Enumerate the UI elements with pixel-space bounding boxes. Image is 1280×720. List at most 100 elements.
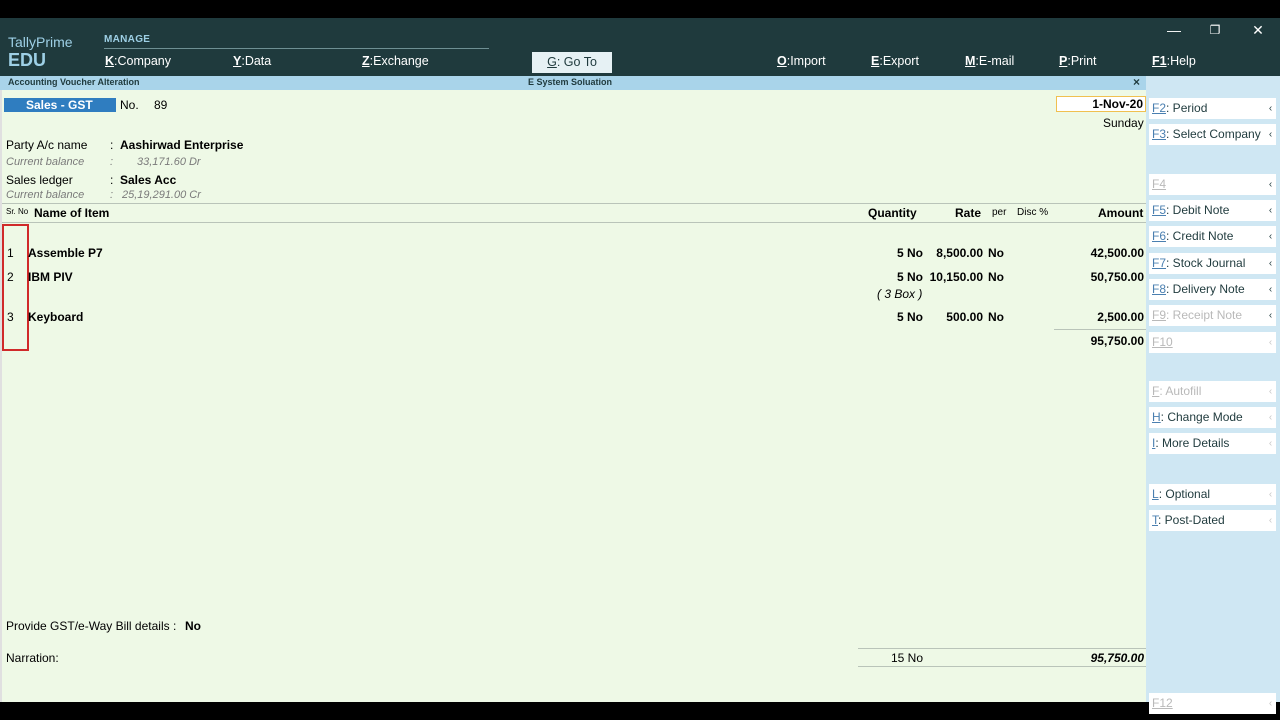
menu-import[interactable]: O:Import: [777, 54, 826, 68]
row-rate[interactable]: 500.00: [922, 310, 983, 324]
table-header-divider: [2, 222, 1146, 223]
close-icon[interactable]: ✕: [1248, 22, 1268, 39]
menu-email[interactable]: M:E-mail: [965, 54, 1014, 68]
party-name-field[interactable]: Aashirwad Enterprise: [120, 138, 243, 152]
total-quantity: 15 No: [890, 651, 923, 665]
chevron-left-icon[interactable]: ‹: [1265, 433, 1276, 454]
voucher-date-field[interactable]: 1-Nov-20: [1056, 96, 1146, 112]
row-sr-no: 1: [7, 246, 14, 260]
gst-details-field[interactable]: No: [185, 619, 201, 633]
subtotal-divider: [1054, 329, 1146, 330]
ledger-label: Sales ledger: [6, 173, 73, 187]
party-balance: 33,171.60 Dr: [137, 156, 201, 168]
brand-name: TallyPrime: [8, 34, 73, 50]
f5-debit-note-button[interactable]: F5: Debit Note: [1149, 200, 1265, 221]
voucher-day: Sunday: [1103, 116, 1144, 130]
restore-icon[interactable]: ❐: [1205, 23, 1225, 37]
manage-label: MANAGE: [104, 34, 151, 45]
total-divider: [858, 648, 1146, 649]
chevron-left-icon[interactable]: ‹: [1265, 407, 1276, 428]
row-item-name[interactable]: Assemble P7: [28, 246, 103, 260]
party-colon: :: [110, 138, 114, 152]
optional-button[interactable]: L: Optional: [1149, 484, 1265, 505]
chevron-left-icon[interactable]: ‹: [1265, 279, 1276, 300]
f4-button[interactable]: F4: [1149, 174, 1265, 195]
ledger-balance-label: Current balance: [6, 189, 85, 201]
close-screen-icon[interactable]: ×: [1133, 75, 1140, 89]
row-amount[interactable]: 42,500.00: [1062, 246, 1144, 260]
row-per[interactable]: No: [988, 270, 1004, 284]
col-amount: Amount: [1098, 206, 1144, 220]
menu-help[interactable]: F1:Help: [1152, 54, 1196, 68]
menu-company[interactable]: K:Company: [105, 54, 171, 68]
col-rate: Rate: [955, 206, 982, 220]
post-dated-button[interactable]: T: Post-Dated: [1149, 510, 1265, 531]
row-per[interactable]: No: [988, 246, 1004, 260]
f7-stock-journal-button[interactable]: F7: Stock Journal: [1149, 253, 1265, 274]
tally-window: TallyPrime EDU MANAGE K:Company Y:Data Z…: [0, 18, 1280, 714]
minimize-icon[interactable]: —: [1164, 22, 1184, 38]
f12-configure-button[interactable]: F12: [1149, 693, 1265, 714]
f2-period-button[interactable]: F2: Period: [1149, 98, 1265, 119]
button-panel: F2: Period ‹ F3: Select Company ‹ F4 ‹ F…: [1146, 76, 1280, 714]
row-rate[interactable]: 8,500.00: [922, 246, 983, 260]
col-item-name: Name of Item: [34, 206, 110, 220]
voucher-type[interactable]: Sales - GST: [4, 98, 116, 112]
chevron-left-icon[interactable]: ‹: [1265, 200, 1276, 221]
chevron-left-icon[interactable]: ‹: [1265, 510, 1276, 531]
row-quantity[interactable]: 5 No: [862, 270, 923, 284]
menu-exchange[interactable]: Z:Exchange: [362, 54, 429, 68]
col-per: per: [992, 207, 1007, 218]
f9-receipt-note-button[interactable]: F9: Receipt Note: [1149, 305, 1265, 326]
row-quantity[interactable]: 5 No: [862, 246, 923, 260]
row-item-name[interactable]: IBM PIV: [28, 270, 73, 284]
screen-title-bar: Accounting Voucher Alteration E System S…: [0, 75, 1146, 90]
row-amount[interactable]: 2,500.00: [1062, 310, 1144, 324]
autofill-button[interactable]: F: Autofill: [1149, 381, 1265, 402]
row-alt-unit: ( 3 Box ): [877, 287, 923, 301]
row-rate[interactable]: 10,150.00: [922, 270, 983, 284]
col-sr-no: Sr. No: [6, 207, 29, 216]
menu-print[interactable]: P:Print: [1059, 54, 1097, 68]
row-sr-no: 3: [7, 310, 14, 324]
more-details-button[interactable]: I: More Details: [1149, 433, 1265, 454]
f8-delivery-note-button[interactable]: F8: Delivery Note: [1149, 279, 1265, 300]
chevron-left-icon[interactable]: ‹: [1265, 124, 1276, 145]
screen-title: Accounting Voucher Alteration: [8, 77, 140, 87]
row-quantity[interactable]: 5 No: [862, 310, 923, 324]
table-top-divider: [2, 203, 1146, 204]
change-mode-button[interactable]: H: Change Mode: [1149, 407, 1265, 428]
ledger-balance: 25,19,291.00 Cr: [122, 189, 201, 201]
goto-button[interactable]: G: Go To: [532, 52, 612, 73]
f10-button[interactable]: F10: [1149, 332, 1265, 353]
company-name: E System Soluation: [528, 77, 613, 87]
row-sr-no: 2: [7, 270, 14, 284]
f6-credit-note-button[interactable]: F6: Credit Note: [1149, 226, 1265, 247]
chevron-left-icon[interactable]: ‹: [1265, 174, 1276, 195]
col-disc: Disc %: [1017, 207, 1049, 218]
menu-data[interactable]: Y:Data: [233, 54, 271, 68]
chevron-left-icon[interactable]: ‹: [1265, 253, 1276, 274]
total-amount: 95,750.00: [1090, 651, 1144, 665]
subtotal-amount: 95,750.00: [1090, 334, 1144, 348]
row-item-name[interactable]: Keyboard: [28, 310, 83, 324]
chevron-left-icon[interactable]: ‹: [1265, 484, 1276, 505]
row-per[interactable]: No: [988, 310, 1004, 324]
voucher-no[interactable]: 89: [154, 98, 167, 112]
party-label: Party A/c name: [6, 138, 88, 152]
row-amount[interactable]: 50,750.00: [1062, 270, 1144, 284]
menu-export[interactable]: E:Export: [871, 54, 919, 68]
chevron-left-icon[interactable]: ‹: [1265, 693, 1276, 714]
chevron-left-icon[interactable]: ‹: [1265, 305, 1276, 326]
chevron-left-icon[interactable]: ‹: [1265, 332, 1276, 353]
f3-select-company-button[interactable]: F3: Select Company: [1149, 124, 1265, 145]
chevron-left-icon[interactable]: ‹: [1265, 381, 1276, 402]
voucher-body: Sales - GST No. 89 1-Nov-20 Sunday Party…: [0, 90, 1146, 702]
chevron-left-icon[interactable]: ‹: [1265, 226, 1276, 247]
sales-ledger-field[interactable]: Sales Acc: [120, 173, 176, 187]
narration-label[interactable]: Narration:: [6, 651, 59, 665]
chevron-left-icon[interactable]: ‹: [1265, 98, 1276, 119]
brand-edition: EDU: [8, 50, 47, 70]
col-quantity: Quantity: [868, 206, 917, 220]
sr-no-highlight: [2, 224, 29, 351]
